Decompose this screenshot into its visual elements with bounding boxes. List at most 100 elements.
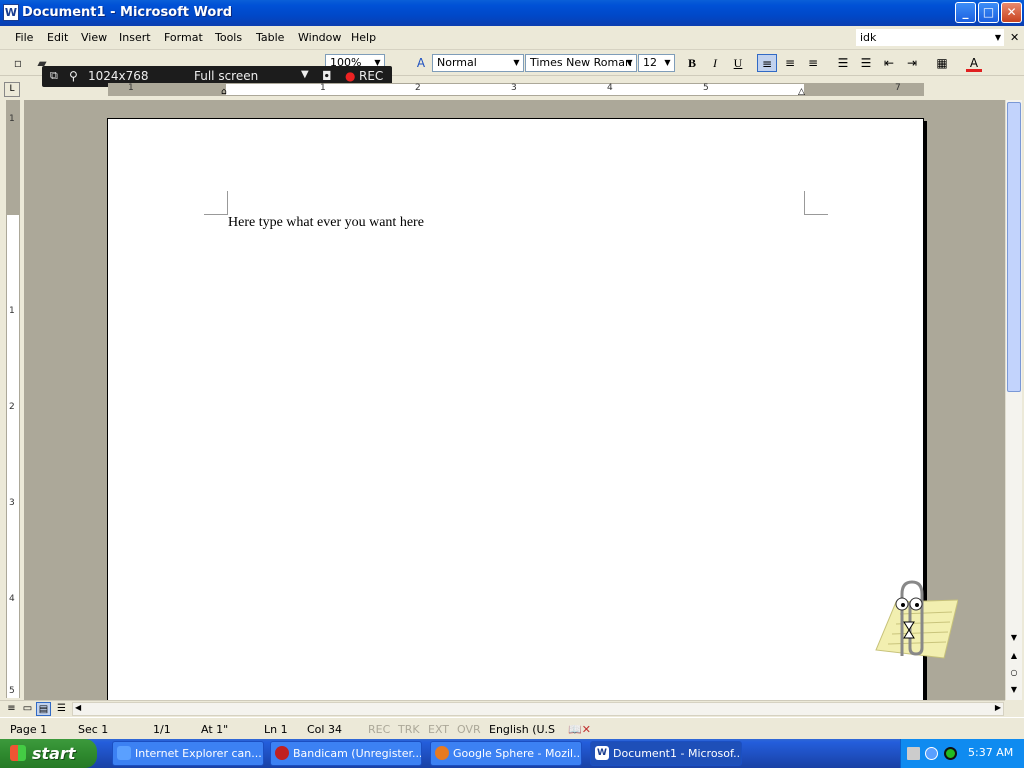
document-workspace: Here type what ever you want here — [24, 100, 1006, 700]
clippy-icon — [875, 580, 959, 659]
menu-view[interactable]: View — [81, 31, 107, 44]
status-bar: Page 1 Sec 1 1/1 At 1" Ln 1 Col 34 REC T… — [0, 717, 1024, 739]
menu-file[interactable]: File — [15, 31, 33, 44]
font-value: Times New Roman — [530, 56, 632, 69]
scroll-right-icon[interactable]: ▶ — [995, 703, 1001, 712]
menu-tools[interactable]: Tools — [215, 31, 242, 44]
margin-corner-top-right — [804, 191, 828, 215]
vertical-scrollbar[interactable]: ▼ ▲ ○ ▼ — [1005, 100, 1022, 700]
status-trk[interactable]: TRK — [398, 723, 420, 736]
tab-selector[interactable]: L — [4, 82, 20, 97]
window-mode-icon[interactable]: ⧉ — [50, 69, 58, 83]
styles-pane-icon[interactable]: A — [413, 55, 429, 71]
bulleted-list-icon[interactable]: ☰ — [856, 54, 876, 72]
taskbar-item-bandicam[interactable]: Bandicam (Unregister... — [270, 741, 422, 766]
taskbar-item-word[interactable]: W Document1 - Microsof... — [590, 741, 742, 766]
restore-button[interactable]: □ — [978, 2, 999, 23]
taskbar-item-ie[interactable]: Internet Explorer can... — [112, 741, 264, 766]
chevron-down-icon[interactable]: ▼ — [662, 55, 673, 71]
bandicam-rec-button[interactable]: REC — [359, 69, 383, 83]
firefox-icon — [435, 746, 449, 760]
left-indent-marker-icon[interactable]: ⌂ — [221, 87, 227, 97]
align-left-icon[interactable]: ≡ — [757, 54, 777, 72]
italic-button[interactable]: I — [705, 54, 725, 72]
office-assistant-clippy[interactable] — [866, 578, 959, 662]
margin-corner-top-left — [204, 191, 228, 215]
horizontal-scrollbar[interactable]: ◀ ▶ — [72, 702, 1004, 716]
chevron-down-icon[interactable]: ▼ — [511, 55, 522, 71]
select-browse-object-icon[interactable]: ○ — [1007, 665, 1021, 681]
right-indent-marker-icon[interactable]: △ — [798, 87, 805, 97]
new-document-icon[interactable]: ▫ — [10, 55, 26, 71]
underline-button[interactable]: U — [728, 54, 748, 72]
tray-app-icon[interactable] — [944, 747, 957, 760]
scrollbar-thumb[interactable] — [1007, 102, 1021, 392]
ruler-number: 1 — [9, 306, 15, 316]
print-layout-view-icon[interactable]: ▤ — [36, 702, 51, 716]
keyboard-icon[interactable] — [907, 747, 920, 760]
vertical-ruler[interactable]: 1 1 2 3 4 5 — [6, 100, 20, 698]
numbered-list-icon[interactable]: ☰ — [833, 54, 853, 72]
chevron-down-icon[interactable]: ▼ — [301, 69, 309, 80]
style-select[interactable]: Normal ▼ — [432, 54, 524, 72]
status-column: Col 34 — [307, 723, 342, 736]
start-button[interactable]: start — [0, 739, 97, 768]
next-page-icon[interactable]: ▼ — [1007, 682, 1021, 698]
status-ovr[interactable]: OVR — [457, 723, 481, 736]
magnifier-icon[interactable]: ⚲ — [69, 69, 78, 83]
clock[interactable]: 5:37 AM — [968, 746, 1013, 759]
increase-indent-icon[interactable]: ⇥ — [902, 54, 922, 72]
ruler-number: 4 — [9, 594, 15, 604]
word-app-icon[interactable]: W — [3, 4, 19, 21]
status-ext[interactable]: EXT — [428, 723, 449, 736]
font-select[interactable]: Times New Roman ▼ — [525, 54, 637, 72]
menu-edit[interactable]: Edit — [47, 31, 68, 44]
ruler-number: 1 — [9, 114, 15, 124]
chevron-down-icon[interactable]: ▼ — [995, 30, 1001, 45]
menu-format[interactable]: Format — [164, 31, 203, 44]
status-rec[interactable]: REC — [368, 723, 390, 736]
font-color-label: A — [969, 56, 979, 70]
bandicam-mode[interactable]: Full screen — [194, 69, 258, 83]
decrease-indent-icon[interactable]: ⇤ — [879, 54, 899, 72]
minimize-button[interactable]: _ — [955, 2, 976, 23]
chevron-down-icon[interactable]: ▼ — [624, 55, 635, 71]
font-color-button[interactable]: A — [964, 54, 984, 72]
borders-icon[interactable]: ▦ — [932, 54, 952, 72]
menu-window[interactable]: Window — [298, 31, 341, 44]
ask-question-box[interactable]: idk ▼ — [856, 29, 1004, 46]
align-right-icon[interactable]: ≡ — [803, 54, 823, 72]
bold-button[interactable]: B — [682, 54, 702, 72]
normal-view-icon[interactable]: ≡ — [4, 702, 19, 716]
scroll-left-icon[interactable]: ◀ — [75, 703, 81, 712]
record-dot-icon: ● — [345, 69, 356, 83]
start-label: start — [32, 744, 76, 763]
spelling-status-icon[interactable]: 📖✕ — [568, 723, 591, 736]
menu-insert[interactable]: Insert — [119, 31, 151, 44]
web-layout-view-icon[interactable]: ▭ — [20, 702, 35, 716]
horizontal-ruler[interactable]: 1 1 2 3 4 5 7 ⌂ △ — [108, 83, 924, 97]
ruler-number: 2 — [9, 402, 15, 412]
ruler-left-margin — [108, 84, 226, 95]
ruler-number: 1 — [128, 83, 134, 93]
scroll-down-icon[interactable]: ▼ — [1007, 630, 1021, 646]
camera-icon[interactable]: ◘ — [322, 69, 332, 83]
align-center-icon[interactable]: ≡ — [780, 54, 800, 72]
status-page: Page 1 — [10, 723, 48, 736]
font-size-select[interactable]: 12 ▼ — [638, 54, 675, 72]
close-button[interactable]: ✕ — [1001, 2, 1022, 23]
windows-logo-icon — [10, 745, 26, 761]
ruler-right-margin — [804, 84, 924, 95]
taskbar-item-firefox[interactable]: Google Sphere - Mozil... — [430, 741, 582, 766]
menu-help[interactable]: Help — [351, 31, 376, 44]
outline-view-icon[interactable]: ☰ — [54, 702, 69, 716]
document-page[interactable]: Here type what ever you want here — [107, 118, 924, 700]
document-close-icon[interactable]: ✕ — [1010, 31, 1019, 44]
title-bar: W Document1 - Microsoft Word _ □ ✕ — [0, 0, 1024, 26]
chevron-left-icon[interactable] — [925, 747, 938, 760]
previous-page-icon[interactable]: ▲ — [1007, 648, 1021, 664]
menu-table[interactable]: Table — [256, 31, 284, 44]
ruler-number: 4 — [607, 83, 613, 93]
style-value: Normal — [437, 56, 477, 69]
document-text[interactable]: Here type what ever you want here — [228, 215, 424, 231]
